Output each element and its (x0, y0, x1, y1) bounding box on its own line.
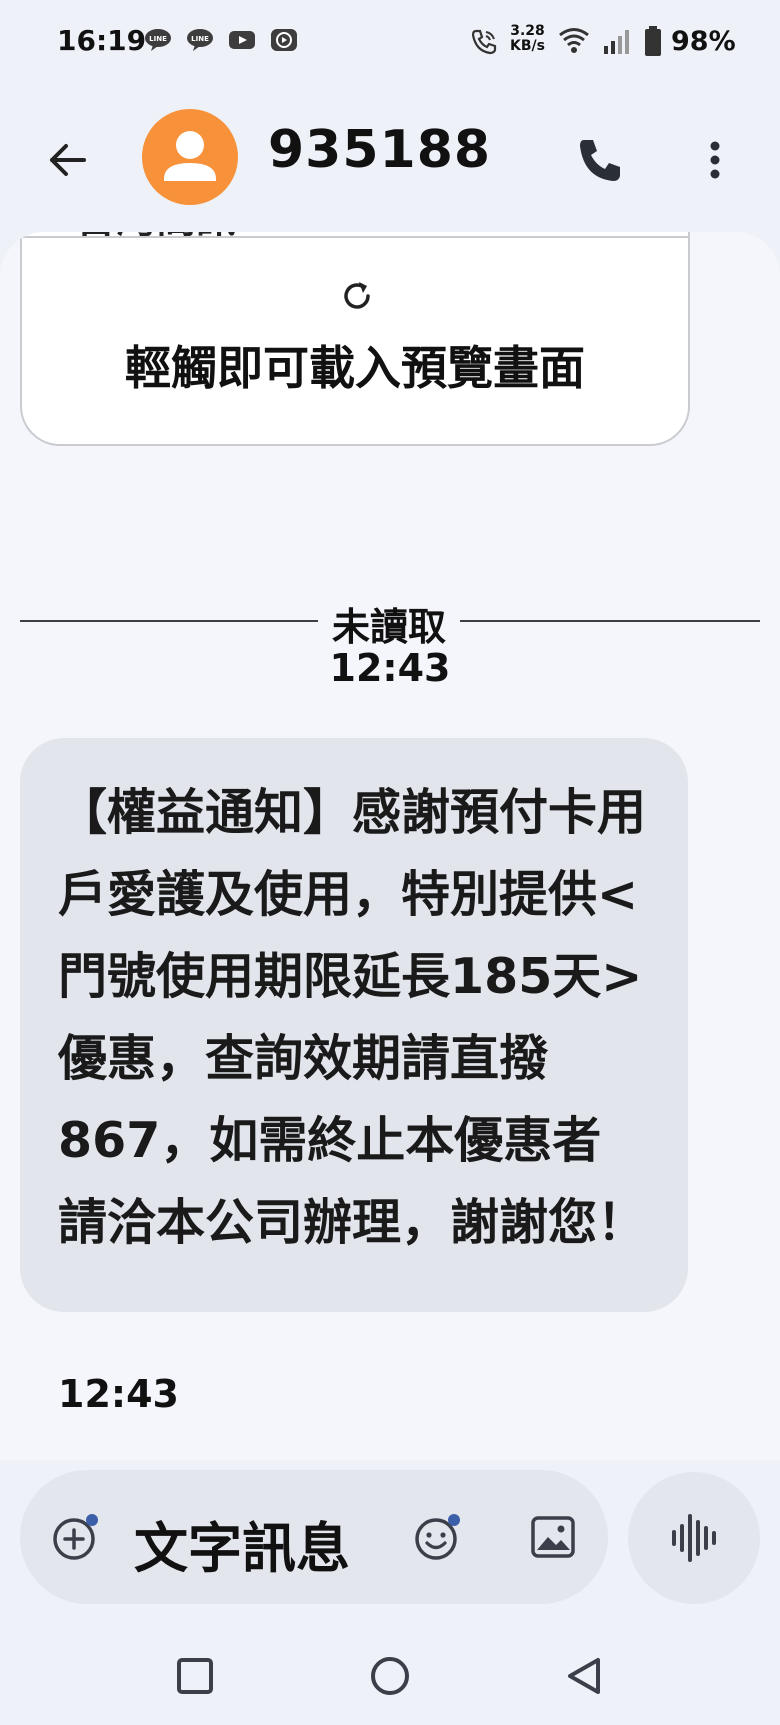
system-nav-bar (0, 1615, 780, 1725)
preview-cut-text: ‧台灣簡訊 (62, 232, 236, 244)
youtube-icon (229, 31, 255, 49)
emoji-icon[interactable] (412, 1510, 466, 1564)
refresh-icon[interactable] (337, 276, 377, 316)
line-icon: LINE (187, 29, 213, 51)
contact-title: 935188 (268, 120, 492, 180)
back-triangle-icon[interactable] (562, 1653, 608, 1699)
image-icon[interactable] (528, 1512, 578, 1562)
conversation-header: 935188 (0, 92, 780, 222)
divider-line (20, 620, 318, 622)
preview-divider (22, 236, 688, 238)
svg-text:LINE: LINE (149, 35, 167, 43)
wifi-call-icon (471, 29, 497, 55)
status-time: 16:19 (57, 24, 147, 57)
contact-avatar[interactable] (142, 109, 238, 205)
wifi-icon (559, 28, 589, 53)
more-vertical-icon[interactable] (700, 132, 730, 188)
voice-waveform-icon (672, 1514, 716, 1562)
home-circle-icon[interactable] (367, 1653, 413, 1699)
preview-load-label[interactable]: 輕觸即可載入預覽畫面 (22, 332, 688, 398)
network-speed: 3.28 KB/s (510, 24, 545, 54)
link-preview-card[interactable]: ‧台灣簡訊 輕觸即可載入預覽畫面 (20, 232, 690, 446)
unread-label: 未讀取 (331, 605, 446, 649)
voice-record-button[interactable] (628, 1472, 760, 1604)
cell-signal-icon (604, 30, 629, 54)
status-bar: 16:19 LINE LINE 3.28 KB/s 98% (0, 0, 780, 88)
message-text: 【權益通知】感謝預付卡用戶愛護及使用，特別提供<門號使用期限延長185天>優惠，… (58, 784, 647, 1251)
add-circle-icon[interactable] (50, 1510, 104, 1564)
person-icon (164, 131, 216, 181)
line-icon: LINE (145, 29, 171, 51)
battery-percent: 98% (671, 26, 736, 57)
message-timestamp: 12:43 (329, 646, 451, 690)
svg-text:LINE: LINE (191, 35, 209, 43)
divider-line (460, 620, 760, 622)
network-speed-value: 3.28 (510, 23, 545, 39)
compose-bar[interactable]: 文字訊息 (20, 1470, 608, 1604)
recents-square-icon[interactable] (172, 1653, 218, 1699)
arrow-left-icon[interactable] (40, 132, 96, 188)
message-input[interactable]: 文字訊息 (134, 1504, 350, 1583)
message-bubble[interactable]: 【權益通知】感謝預付卡用戶愛護及使用，特別提供<門號使用期限延長185天>優惠，… (20, 738, 688, 1312)
message-time: 12:43 (58, 1372, 179, 1416)
unread-divider: 未讀取 (20, 590, 760, 650)
network-speed-unit: KB/s (510, 38, 545, 54)
video-app-icon (271, 29, 297, 51)
phone-icon[interactable] (572, 132, 628, 188)
battery-icon (645, 26, 661, 56)
conversation-area[interactable]: ‧台灣簡訊 輕觸即可載入預覽畫面 未讀取 12:43 【權益通知】感謝預付卡用戶… (0, 232, 780, 1460)
